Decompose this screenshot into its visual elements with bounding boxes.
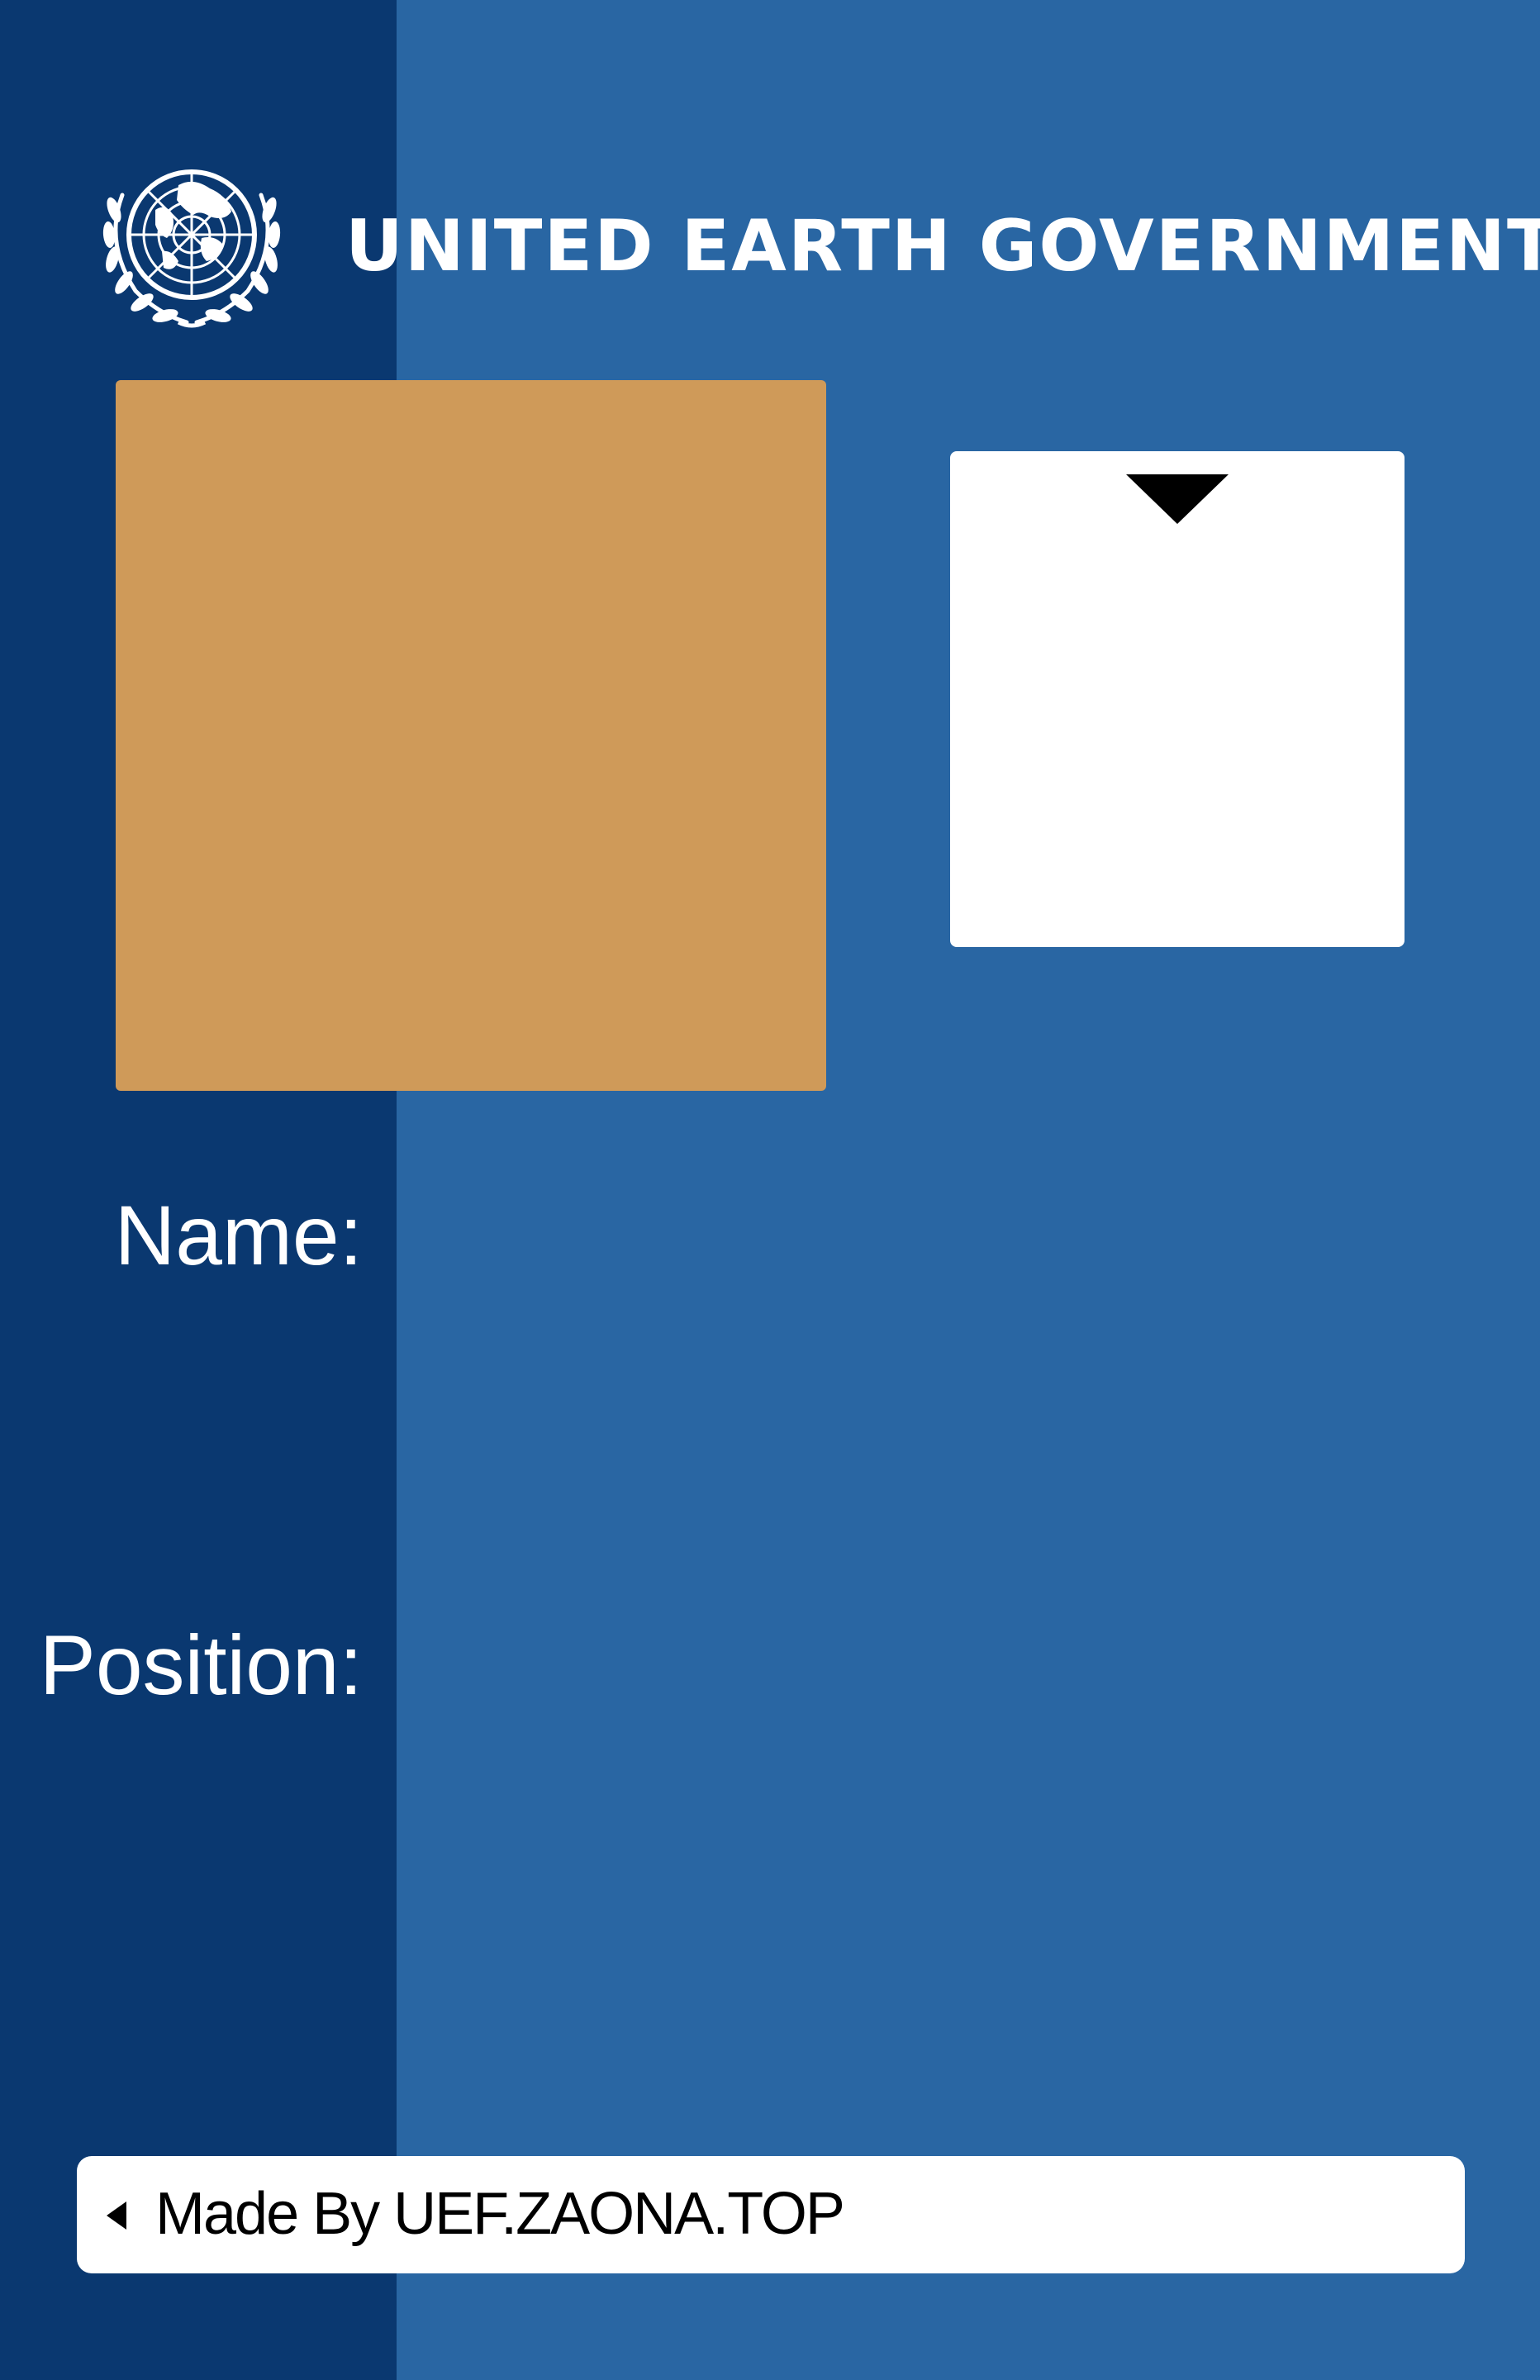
name-label: Name: <box>114 1188 363 1283</box>
footer-link[interactable]: Made By UEF.ZAONA.TOP <box>77 2156 1465 2273</box>
footer-credit-text: Made By UEF.ZAONA.TOP <box>155 2181 845 2247</box>
triangle-down-icon <box>1126 474 1229 524</box>
photo-placeholder <box>116 380 826 1091</box>
position-label: Position: <box>39 1618 363 1712</box>
badge-card <box>950 451 1405 947</box>
un-emblem-icon <box>102 169 281 328</box>
page-title: UNITED EARTH GOVERNMENT <box>345 205 1540 288</box>
triangle-left-icon <box>107 2202 126 2230</box>
